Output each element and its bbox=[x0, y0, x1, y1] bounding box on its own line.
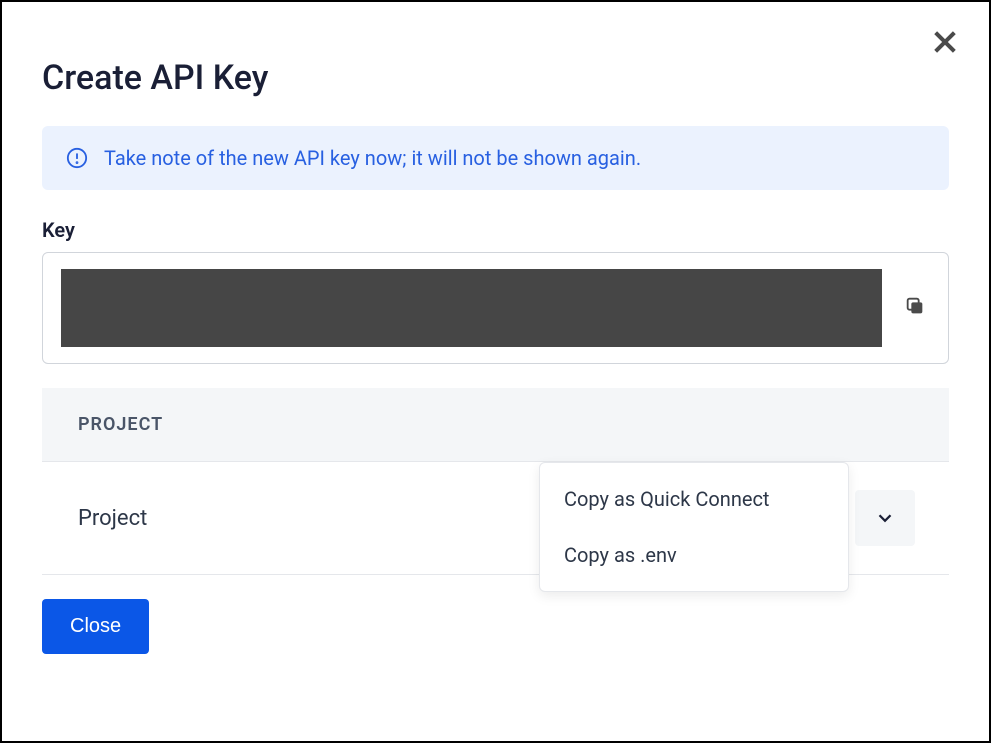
project-dropdown-button[interactable] bbox=[855, 490, 915, 546]
project-table-header: PROJECT bbox=[42, 388, 949, 462]
modal-title: Create API Key bbox=[42, 58, 949, 98]
copy-options-menu: Copy as Quick Connect Copy as .env bbox=[539, 462, 849, 592]
key-field-label: Key bbox=[42, 218, 949, 242]
api-key-redacted bbox=[61, 269, 882, 347]
alert-circle-icon bbox=[66, 147, 88, 169]
copy-as-env[interactable]: Copy as .env bbox=[540, 527, 848, 583]
copy-icon[interactable] bbox=[900, 291, 930, 325]
info-message: Take note of the new API key now; it wil… bbox=[104, 146, 641, 170]
project-row-label: Project bbox=[78, 506, 147, 531]
close-icon[interactable] bbox=[929, 26, 961, 62]
api-key-display bbox=[42, 252, 949, 364]
create-api-key-modal: Create API Key Take note of the new API … bbox=[0, 0, 991, 743]
project-row: Project Copy as Quick Connect Copy as .e… bbox=[42, 462, 949, 575]
close-button[interactable]: Close bbox=[42, 599, 149, 654]
copy-as-quick-connect[interactable]: Copy as Quick Connect bbox=[540, 471, 848, 527]
info-banner: Take note of the new API key now; it wil… bbox=[42, 126, 949, 190]
project-header-label: PROJECT bbox=[78, 414, 163, 435]
